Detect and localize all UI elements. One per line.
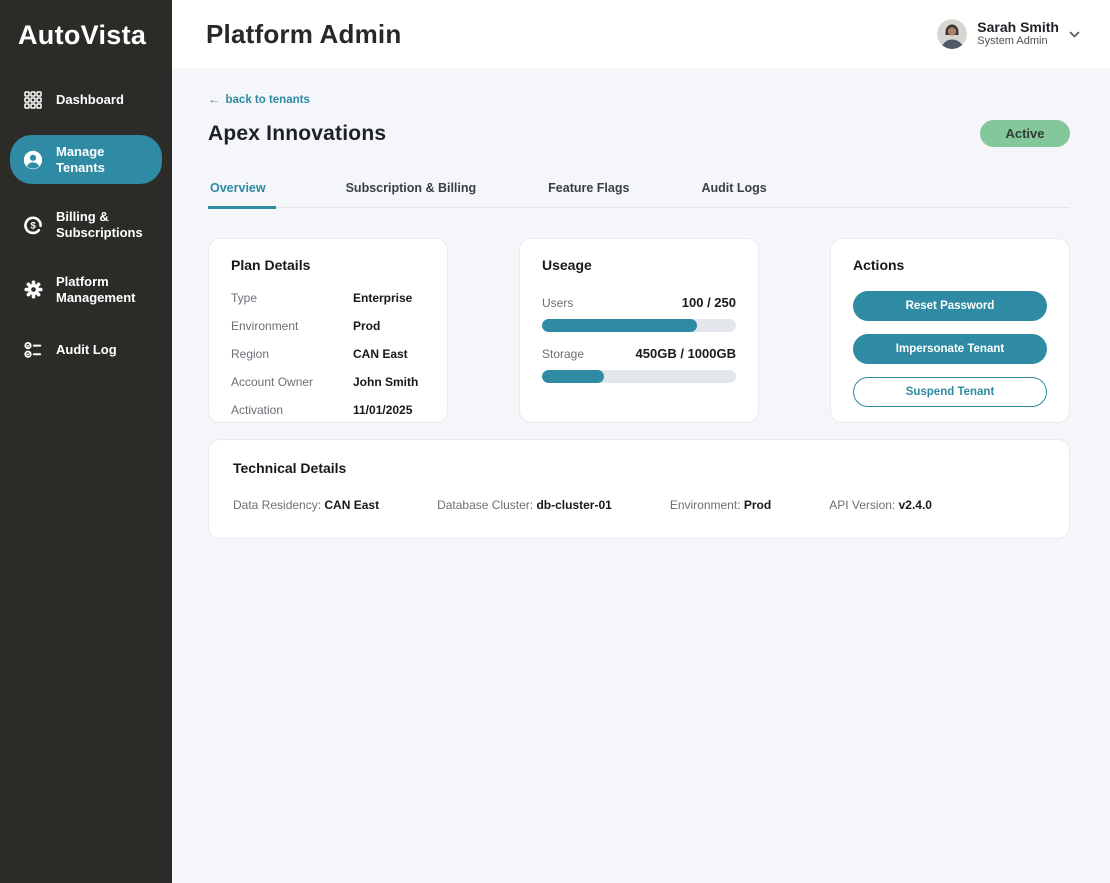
impersonate-tenant-button[interactable]: Impersonate Tenant — [853, 334, 1047, 364]
user-role: System Admin — [977, 35, 1059, 48]
dashboard-grid-icon — [23, 90, 43, 110]
back-link[interactable]: ← back to tenants — [208, 94, 310, 106]
technical-details-row: Data Residency: CAN East Database Cluste… — [233, 498, 1045, 512]
back-link-label: back to tenants — [226, 94, 310, 106]
plan-row-type: Type Enterprise — [231, 291, 425, 305]
card-title: Actions — [853, 257, 1047, 273]
sidebar-item-dashboard[interactable]: Dashboard — [10, 81, 162, 119]
tab-subscription-billing[interactable]: Subscription & Billing — [344, 181, 479, 207]
billing-gauge-icon: $ — [23, 215, 43, 235]
technical-details-card: Technical Details Data Residency: CAN Ea… — [208, 439, 1070, 539]
checklist-icon — [23, 340, 43, 360]
tab-bar: Overview Subscription & Billing Feature … — [208, 181, 1070, 208]
usage-card: Useage Users 100 / 250 Storage — [519, 238, 759, 423]
status-badge: Active — [980, 120, 1070, 147]
users-progress-track — [542, 319, 736, 332]
svg-text:$: $ — [31, 220, 37, 231]
row-value: John Smith — [353, 375, 418, 389]
users-progress-fill — [542, 319, 697, 332]
card-title: Technical Details — [233, 460, 1045, 476]
users-meter: Users 100 / 250 — [542, 295, 736, 332]
row-value: Prod — [353, 319, 380, 333]
back-arrow-icon: ← — [208, 94, 220, 106]
tenant-title-row: Apex Innovations Active — [208, 120, 1070, 147]
sidebar-item-label: Platform Management — [56, 274, 149, 305]
tab-feature-flags[interactable]: Feature Flags — [546, 181, 631, 207]
meter-label: Storage — [542, 347, 584, 361]
tech-item-api-version: API Version: v2.4.0 — [829, 498, 932, 512]
sidebar-item-label: Dashboard — [56, 92, 124, 108]
tech-item-database-cluster: Database Cluster: db-cluster-01 — [437, 498, 612, 512]
suspend-tenant-button[interactable]: Suspend Tenant — [853, 377, 1047, 407]
storage-progress-track — [542, 370, 736, 383]
tech-item-environment: Environment: Prod — [670, 498, 771, 512]
sidebar-item-label: Billing & Subscriptions — [56, 209, 149, 240]
card-title: Plan Details — [231, 257, 425, 273]
avatar — [937, 19, 967, 49]
user-name: Sarah Smith — [977, 19, 1059, 35]
page-title: Platform Admin — [206, 19, 401, 50]
storage-meter: Storage 450GB / 1000GB — [542, 346, 736, 383]
sidebar-item-manage-tenants[interactable]: Manage Tenants — [10, 135, 162, 184]
top-header: Platform Admin Sarah Smith — [172, 0, 1110, 68]
gear-icon — [23, 280, 43, 300]
row-label: Type — [231, 291, 353, 305]
plan-row-account-owner: Account Owner John Smith — [231, 375, 425, 389]
plan-details-card: Plan Details Type Enterprise Environment… — [208, 238, 448, 423]
card-title: Useage — [542, 257, 736, 273]
row-label: Region — [231, 347, 353, 361]
chevron-down-icon — [1069, 25, 1080, 43]
sidebar-nav: Dashboard Manage Tenants $ — [0, 81, 172, 385]
app-logo: AutoVista — [0, 0, 172, 81]
sidebar-item-platform-management[interactable]: Platform Management — [10, 265, 162, 314]
tenant-name: Apex Innovations — [208, 122, 386, 146]
sidebar-item-audit-log[interactable]: Audit Log — [10, 331, 162, 369]
row-value: 11/01/2025 — [353, 403, 412, 417]
app-root: AutoVista Dashboard — [0, 0, 1110, 883]
sidebar: AutoVista Dashboard — [0, 0, 172, 883]
sidebar-item-label: Audit Log — [56, 342, 117, 358]
row-value: CAN East — [353, 347, 408, 361]
meter-label: Users — [542, 296, 573, 310]
row-label: Activation — [231, 403, 353, 417]
meter-value: 450GB / 1000GB — [636, 346, 736, 361]
tab-audit-logs[interactable]: Audit Logs — [699, 181, 768, 207]
tab-overview[interactable]: Overview — [208, 181, 276, 209]
tech-item-data-residency: Data Residency: CAN East — [233, 498, 379, 512]
content-area: ← back to tenants Apex Innovations Activ… — [172, 68, 1110, 883]
actions-card: Actions Reset Password Impersonate Tenan… — [830, 238, 1070, 423]
plan-row-environment: Environment Prod — [231, 319, 425, 333]
sidebar-item-billing-subscriptions[interactable]: $ Billing & Subscriptions — [10, 200, 162, 249]
sidebar-item-label: Manage Tenants — [56, 144, 149, 175]
user-text: Sarah Smith System Admin — [977, 19, 1059, 48]
storage-progress-fill — [542, 370, 604, 383]
cards-row: Plan Details Type Enterprise Environment… — [208, 238, 1070, 423]
row-value: Enterprise — [353, 291, 412, 305]
person-circle-icon — [23, 150, 43, 170]
row-label: Account Owner — [231, 375, 353, 389]
meter-value: 100 / 250 — [682, 295, 736, 310]
row-label: Environment — [231, 319, 353, 333]
main-column: Platform Admin Sarah Smith — [172, 0, 1110, 883]
plan-row-region: Region CAN East — [231, 347, 425, 361]
plan-row-activation: Activation 11/01/2025 — [231, 403, 425, 417]
reset-password-button[interactable]: Reset Password — [853, 291, 1047, 321]
user-menu[interactable]: Sarah Smith System Admin — [937, 19, 1080, 49]
